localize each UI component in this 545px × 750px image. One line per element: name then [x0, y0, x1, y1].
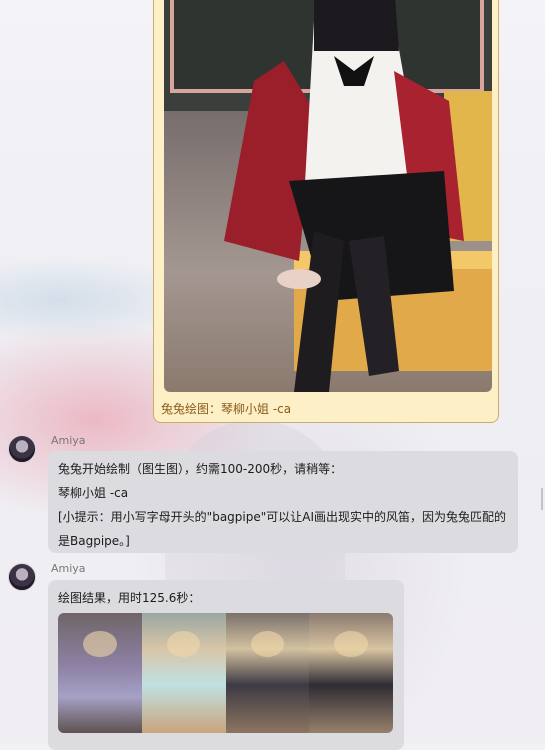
generated-photo[interactable]	[164, 0, 492, 392]
result-image-3[interactable]	[225, 613, 310, 733]
sender-name: Amiya	[51, 562, 86, 575]
photo-illustration	[164, 0, 492, 392]
result-image-4[interactable]	[309, 613, 393, 733]
avatar[interactable]	[8, 563, 36, 591]
image-caption: 兔兔绘图：琴柳小姐 -ca	[161, 402, 292, 416]
result-text: 绘图结果，用时125.6秒：	[58, 591, 201, 605]
result-image-grid[interactable]	[58, 613, 393, 733]
text-message-bubble[interactable]: 兔兔开始绘制（图生图），约需100-200秒，请稍等： 琴柳小姐 -ca [小提…	[48, 451, 518, 553]
result-image-1[interactable]	[58, 613, 142, 733]
result-image-2[interactable]	[141, 613, 226, 733]
scrollbar[interactable]	[541, 488, 543, 510]
message-line: [小提示：用小写字母开头的"bagpipe"可以让AI画出现实中的风笛，因为兔兔…	[58, 510, 507, 524]
message-line: 琴柳小姐 -ca	[58, 486, 129, 500]
sender-name: Amiya	[51, 434, 86, 447]
avatar[interactable]	[8, 435, 36, 463]
image-message-bubble[interactable]: 兔兔绘图：琴柳小姐 -ca	[153, 0, 499, 423]
message-line: 是Bagpipe。]	[58, 534, 130, 548]
message-line: 兔兔开始绘制（图生图），约需100-200秒，请稍等：	[58, 462, 343, 476]
image-result-bubble[interactable]: 绘图结果，用时125.6秒：	[48, 580, 404, 750]
